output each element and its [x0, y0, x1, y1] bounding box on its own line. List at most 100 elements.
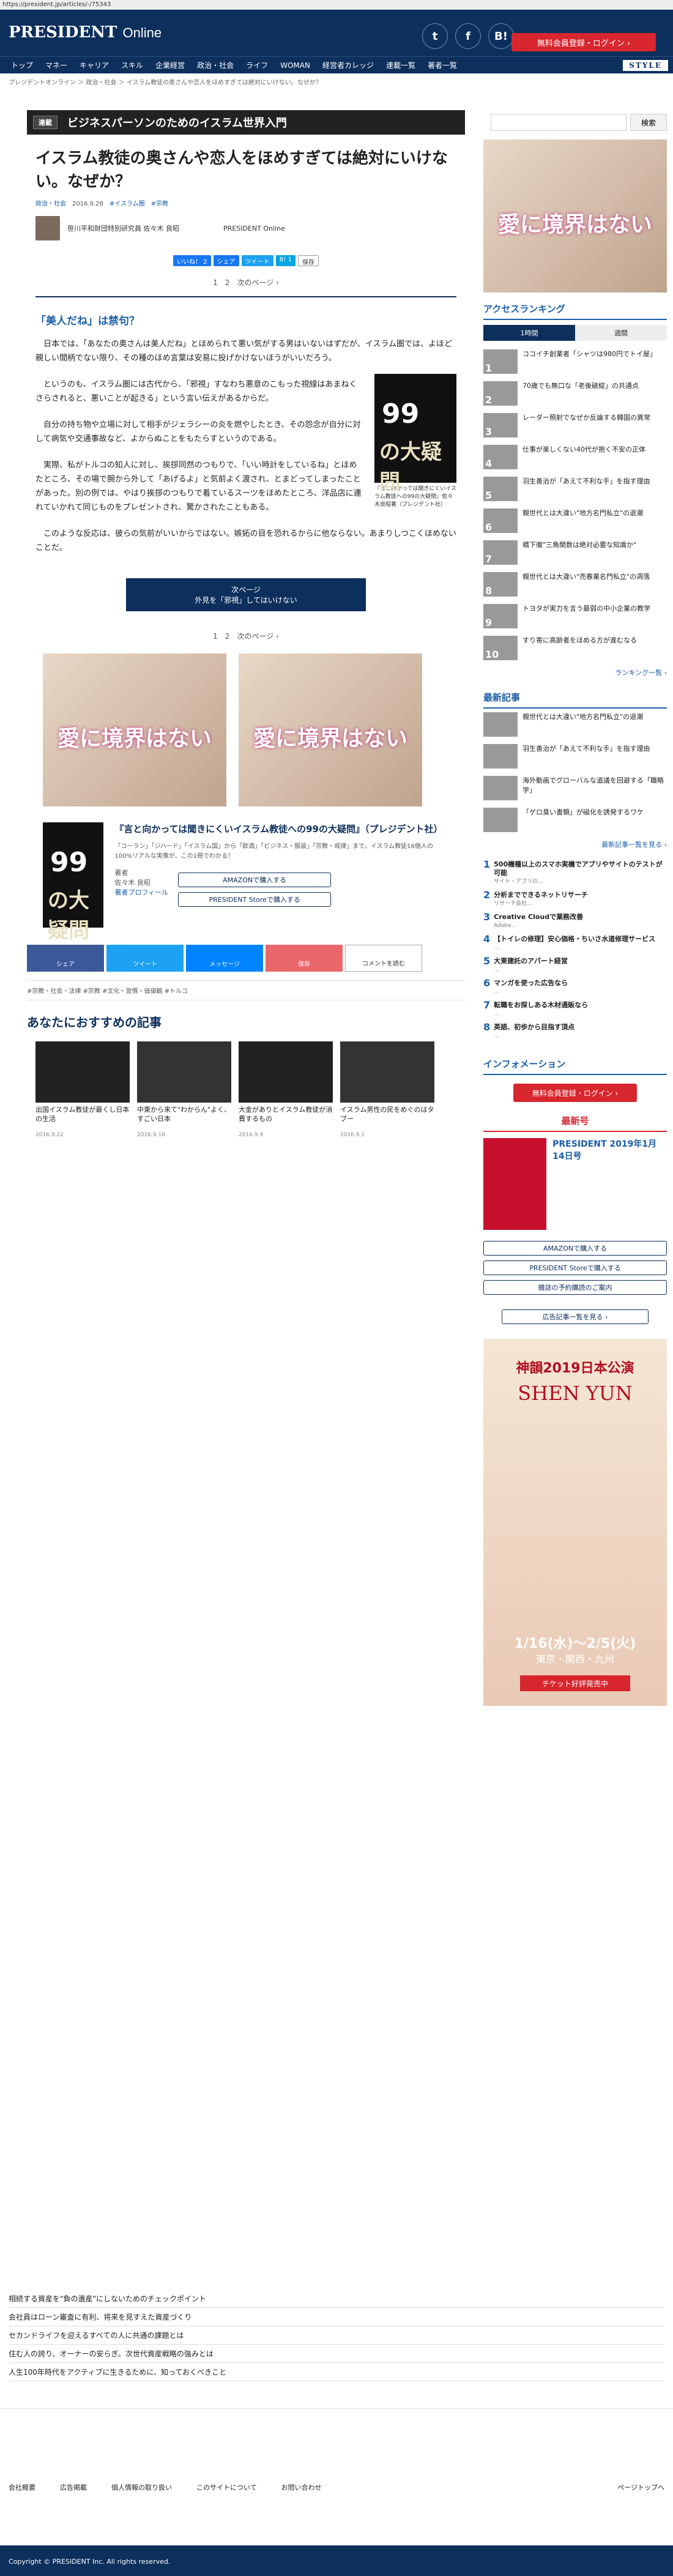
sponsored-item[interactable]: 2 分析までできるネットリサーチ リサーチ会社...: [483, 888, 667, 910]
pr-link[interactable]: 人生100年時代をアクティブに生きるために、知っておくべきこと: [9, 2363, 664, 2381]
search-box: 検索: [483, 110, 667, 135]
ranking-item[interactable]: 3 レーダー照射でなぜか反論する韓国の異常: [483, 409, 667, 441]
tweet-button[interactable]: ツイート: [241, 255, 273, 266]
nav-item[interactable]: ライフ: [240, 60, 274, 70]
recommend-grid: 出国イスラム教徒が最くし日本の生活 2016.9.22 中東から来て"わからん"よ…: [27, 1038, 465, 1142]
ad-articles-more[interactable]: 広告記事一覧を見る ›: [502, 1309, 649, 1324]
pr-link[interactable]: 住む人の誇り、オーナーの安らぎ。次世代資産戦略の強みとは: [9, 2345, 664, 2363]
footer-link[interactable]: 個人情報の取り扱い: [111, 2482, 172, 2492]
twitter-icon[interactable]: t: [422, 23, 448, 49]
ranking-item[interactable]: 9 トヨタが実力を言う最弱の中小企業の教学: [483, 600, 667, 632]
nav-item[interactable]: マネー: [39, 60, 73, 70]
tab-week[interactable]: 週間: [575, 325, 667, 341]
sidebar-ad[interactable]: 愛に境界はない: [483, 140, 667, 292]
hatena-icon[interactable]: B!: [488, 23, 514, 49]
profile-link[interactable]: 著者プロフィール: [114, 887, 168, 897]
comment-button[interactable]: コメントを読む: [345, 945, 422, 972]
messenger-button[interactable]: メッセージ: [186, 945, 263, 972]
mag-amazon-button[interactable]: AMAZONで購入する: [483, 1241, 667, 1256]
latest-more-link[interactable]: 最新記事一覧を見る ›: [483, 836, 667, 853]
magazine-cover[interactable]: [483, 1138, 547, 1230]
footer-link[interactable]: お問い合わせ: [281, 2482, 322, 2492]
recommend-card[interactable]: イスラム男性の民をめぐのはタブー 2016.9.1: [340, 1041, 434, 1138]
latest-item[interactable]: 親世代とは大違い"地方名門私立"の退潮: [483, 709, 667, 740]
ranking-item[interactable]: 6 親世代とは大違い"地方名門私立"の退潮: [483, 505, 667, 537]
footer-link[interactable]: 会社概要: [9, 2482, 35, 2492]
latest-item[interactable]: 羽生善治が「あえて不利な手」を指す理由: [483, 740, 667, 772]
ranking-item[interactable]: 7 橋下徹"三角関数は絶対必要な知識か": [483, 537, 667, 568]
sidebar-login-button[interactable]: 無料会員登録・ログイン ›: [513, 1084, 637, 1102]
nav-item[interactable]: キャリア: [73, 60, 115, 70]
nav-item[interactable]: 企業経営: [149, 60, 191, 70]
recommend-card[interactable]: 出国イスラム教徒が最くし日本の生活 2016.9.22: [35, 1041, 130, 1138]
recommend-card[interactable]: 中東から来て"わからん"よく、すごい日本 2016.9.16: [137, 1041, 231, 1138]
ranking-item[interactable]: 8 親世代とは大違い"売春業名門私立"の凋落: [483, 568, 667, 600]
next-page-button[interactable]: 次ページ 外見を「邪視」してはいけない: [126, 578, 366, 611]
book-title[interactable]: 『言と向かっては聞きにくいイスラム教徒への99の大疑問』（プレジデント社）: [114, 822, 449, 836]
search-input[interactable]: [491, 114, 627, 131]
pr-link[interactable]: 会社員はローン審査に有利、将来を見すえた資産づくり: [9, 2308, 664, 2326]
footer-link[interactable]: このサイトについて: [196, 2482, 257, 2492]
recommend-card[interactable]: 大金がありとイスラム教徒が消費するもの 2016.9.9: [239, 1041, 333, 1138]
magazine-title[interactable]: PRESIDENT 2019年1月14日号: [552, 1138, 667, 1230]
tweet-share-button[interactable]: ツイート: [106, 945, 184, 972]
sponsored-item[interactable]: 4 【トイレの修理】安心価格・ちいさ水道修理サービス...: [483, 932, 667, 955]
pr-link[interactable]: 相続する資産を"負の遺産"にしないためのチェックポイント: [9, 2290, 664, 2308]
book-cover[interactable]: 99 の大疑問: [43, 822, 104, 943]
tag-list[interactable]: #宗教・社会・法律 #宗教 #文化・習慣・価値観 #トルコ: [27, 980, 465, 1000]
sponsored-list: 1 500機種以上のスマホ実機でアプリやサイトのテストが可能 サイト・アプリの...…: [483, 853, 667, 1048]
avatar: [35, 216, 60, 240]
search-button[interactable]: 検索: [630, 114, 667, 131]
sponsored-item[interactable]: 5 大東建託のアパート経営...: [483, 955, 667, 977]
share-button[interactable]: シェア: [213, 255, 239, 266]
latest-item[interactable]: 「ゲロ臭い書類」が磁化を誘発するワケ: [483, 804, 667, 836]
author-name[interactable]: 笹川平和財団特別研究員 佐々木 良昭: [67, 223, 179, 233]
latest-item[interactable]: 海外動画でグローバルな道議を回避する「職略学」: [483, 772, 667, 804]
facebook-icon[interactable]: f: [455, 23, 481, 49]
nav-item[interactable]: トップ: [5, 60, 39, 70]
style-link[interactable]: STYLE: [623, 59, 668, 71]
ranking-item[interactable]: 10 すり寄に高齢者をほめる方が進むなる: [483, 632, 667, 664]
page-top-link[interactable]: ページトップへ: [617, 2482, 664, 2492]
save-button[interactable]: 保存: [297, 255, 319, 266]
save-share-button[interactable]: 保存: [266, 945, 343, 972]
sponsored-item[interactable]: 8 英語、初歩から目指す頂点...: [483, 1021, 667, 1043]
facebook-share-button[interactable]: シェア: [27, 945, 104, 972]
sponsored-item[interactable]: 6 マンガを使った広告なら...: [483, 977, 667, 999]
series-bar[interactable]: 連載 ビジネスパーソンのためのイスラム世界入門: [27, 110, 465, 135]
sponsored-item[interactable]: 7 転職をお探しある木材通販なら...: [483, 999, 667, 1021]
shenyun-ad[interactable]: 神韻2019日本公演 SHEN YUN 1/16(水)〜2/5(火) 東京・関西…: [483, 1339, 667, 1706]
tab-hour[interactable]: 1時間: [483, 325, 575, 341]
pager[interactable]: 1 2 次のページ ›: [27, 626, 465, 646]
ad-banner[interactable]: 愛に境界はない: [239, 653, 422, 806]
nav-item[interactable]: 経営者カレッジ: [316, 60, 380, 70]
series-title: ビジネスパーソンのためのイスラム世界入門: [67, 117, 287, 130]
pr-link[interactable]: セカンドライフを迎えるすべての人に共通の課題とは: [9, 2326, 664, 2345]
ranking-more-link[interactable]: ランキング一覧 ›: [483, 664, 667, 681]
site-logo[interactable]: PRESIDENT Online: [9, 23, 162, 42]
amazon-button[interactable]: AMAZONで購入する: [178, 873, 332, 887]
like-button[interactable]: いいね！ 2: [173, 255, 211, 266]
sponsored-item[interactable]: 1 500機種以上のスマホ実機でアプリやサイトのテストが可能 サイト・アプリの...: [483, 858, 667, 888]
author-row: 笹川平和財団特別研究員 佐々木 良昭 PRESIDENT Online: [27, 207, 465, 249]
book-image[interactable]: 99 の大疑問 『言と向かっては聞きにくいイスラム教徒への99の大疑問』佐々木良昭…: [374, 374, 456, 509]
nav-item[interactable]: 政治・社会: [191, 60, 240, 70]
ad-banner[interactable]: 愛に境界はない: [43, 653, 226, 806]
store-button[interactable]: PRESIDENT Storeで購入する: [178, 892, 332, 907]
nav-item[interactable]: スキル: [115, 60, 149, 70]
footer-link[interactable]: 広告掲載: [60, 2482, 87, 2492]
ranking-item[interactable]: 2 70歳でも無口な「老後破綻」の共通点: [483, 378, 667, 409]
hatena-button[interactable]: B! 1: [275, 255, 296, 266]
nav-item[interactable]: WOMAN: [274, 61, 316, 70]
mag-store-button[interactable]: PRESIDENT Storeで購入する: [483, 1260, 667, 1275]
mag-subscribe-button[interactable]: 雑誌の予約購読のご案内: [483, 1280, 667, 1295]
ranking-item[interactable]: 1 ココイチ創業者「シャツは980円でトイ屋」: [483, 346, 667, 378]
sponsored-item[interactable]: 3 Creative Cloudで業務改善 Adobe...: [483, 910, 667, 932]
pager[interactable]: 1 2 次のページ ›: [27, 272, 465, 292]
ranking-item[interactable]: 5 羽生善治が「あえて不利な手」を指す理由: [483, 473, 667, 505]
ranking-item[interactable]: 4 仕事が楽しくない40代が抱く不安の正体: [483, 441, 667, 473]
share-buttons: いいね！ 2 シェア ツイート B! 1 保存: [27, 249, 465, 272]
login-button[interactable]: 無料会員登録・ログイン ›: [511, 33, 656, 51]
nav-item[interactable]: 連載一覧: [380, 60, 422, 70]
nav-item[interactable]: 著者一覧: [422, 60, 463, 70]
